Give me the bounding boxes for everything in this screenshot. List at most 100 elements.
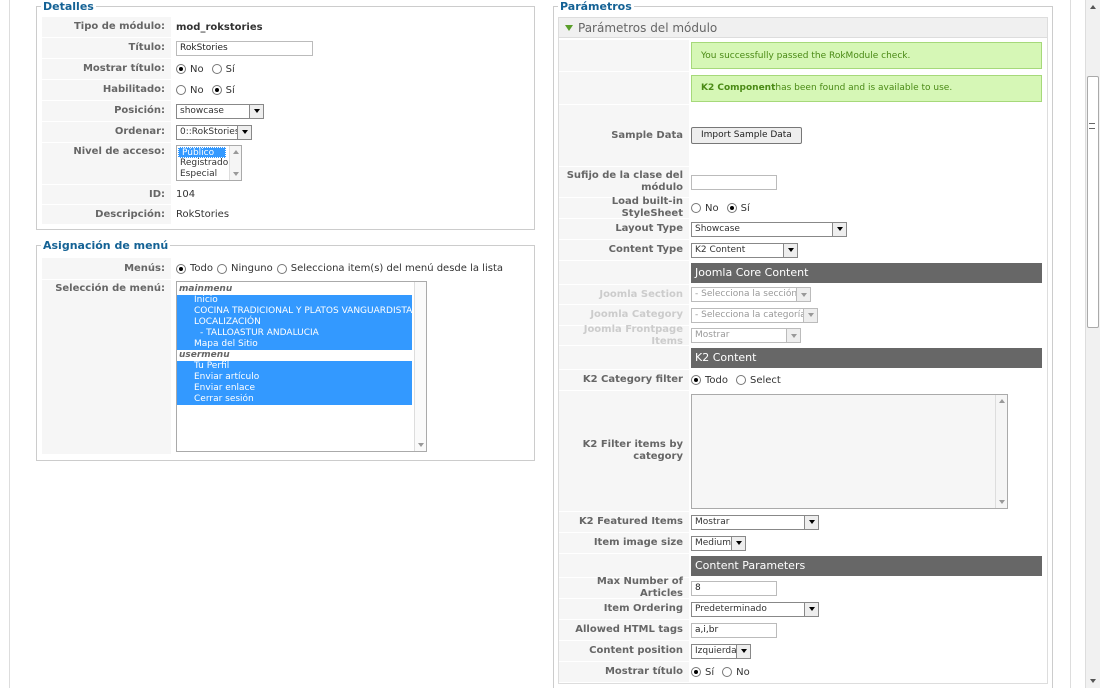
- content-position-select[interactable]: Izquierda: [691, 643, 751, 659]
- menus-ninguno-radio[interactable]: [217, 263, 227, 274]
- max-articles-input[interactable]: 8: [691, 580, 777, 596]
- ordenar-label: Ordenar:: [42, 122, 171, 142]
- k2-component-bold: K2 Component: [701, 83, 776, 93]
- joomla-frontpage-value: Mostrar: [695, 330, 730, 340]
- empty-label: [559, 346, 689, 369]
- arrow-down-icon: [418, 443, 424, 447]
- mostrar-titulo-param-label: Mostrar título: [559, 662, 689, 682]
- menus-todo-radio[interactable]: [176, 263, 186, 274]
- joomla-frontpage-select[interactable]: Mostrar: [691, 328, 801, 343]
- id-value: 104: [176, 189, 196, 200]
- menus-selecciona-radio[interactable]: [276, 263, 287, 274]
- joomla-section-select[interactable]: - Selecciona la sección -: [691, 287, 811, 302]
- menu-option[interactable]: COCINA TRADICIONAL Y PLATOS VANGUARDISTA…: [192, 306, 418, 317]
- sufijo-label: Sufijo de la clase del módulo: [559, 167, 689, 197]
- posicion-select-value: showcase: [180, 105, 224, 116]
- sample-data-label: Sample Data: [559, 105, 689, 166]
- stylesheet-label: Load built-in StyleSheet: [559, 196, 689, 219]
- chevron-down-icon: [249, 104, 263, 118]
- k2-featured-select[interactable]: Mostrar: [691, 514, 819, 530]
- parametros-legend: Parámetros: [558, 0, 634, 13]
- mostrar-titulo-no-radio[interactable]: [176, 64, 186, 74]
- menu-option[interactable]: - TALLOASTUR ANDALUCIA: [192, 328, 412, 339]
- tipo-label: Tipo de módulo:: [42, 17, 171, 37]
- allowed-html-input[interactable]: a,i,br: [691, 622, 777, 638]
- nivel-label: Nivel de acceso:: [42, 143, 171, 184]
- chevron-down-icon: [796, 288, 810, 301]
- image-size-select[interactable]: Medium: [691, 535, 746, 551]
- k2-found-text: has been found and is available to use.: [775, 83, 953, 93]
- joomla-category-select[interactable]: - Selecciona la categoría -: [691, 307, 818, 323]
- rokmodule-success-message: You successfully passed the RokModule ch…: [691, 42, 1042, 69]
- sufijo-input[interactable]: [691, 174, 777, 190]
- nivel-option[interactable]: Público: [178, 147, 226, 158]
- layout-type-label: Layout Type: [559, 219, 689, 239]
- k2-filter-select-radio[interactable]: [736, 375, 746, 385]
- nivel-acceso-list[interactable]: Público Registrado Especial: [176, 145, 242, 181]
- scrollbar-thumb[interactable]: [1087, 76, 1099, 328]
- chevron-down-icon: [736, 644, 750, 658]
- arrow-up-icon: [233, 150, 239, 154]
- k2-filter-todo-radio[interactable]: [691, 375, 701, 385]
- arrow-down-icon: [233, 172, 239, 176]
- habilitado-no-radio[interactable]: [176, 85, 186, 95]
- item-ordering-select[interactable]: Predeterminado: [691, 601, 819, 617]
- menu-option[interactable]: Cerrar sesión: [192, 394, 412, 405]
- habilitado-label: Habilitado:: [42, 80, 171, 100]
- mostrar-no-radio[interactable]: [722, 667, 733, 677]
- item-ordering-value: Predeterminado: [695, 603, 767, 614]
- joomla-category-value: - Selecciona la categoría -: [695, 309, 812, 320]
- k2-category-list[interactable]: [691, 393, 1008, 509]
- titulo-input[interactable]: RokStories: [176, 40, 313, 56]
- mostrar-titulo-si-radio[interactable]: [211, 64, 222, 74]
- menus-todo-text: Todo: [190, 263, 213, 274]
- mostrar-si-radio[interactable]: [691, 667, 701, 677]
- arrow-down-icon: [999, 499, 1005, 504]
- habilitado-no-text: No: [190, 84, 204, 96]
- chevron-down-icon: [832, 222, 846, 236]
- scrollbar[interactable]: [995, 394, 1007, 508]
- stylesheet-no-radio[interactable]: [691, 203, 701, 213]
- joomla-section-label: Joomla Section: [559, 285, 689, 304]
- k2-found-message: K2 Component has been found and is avail…: [691, 74, 1042, 102]
- tipo-value: mod_rokstories: [176, 21, 263, 33]
- titulo-label: Título:: [42, 38, 171, 58]
- menu-option[interactable]: Tu Perfil: [192, 361, 412, 372]
- k2-featured-value: Mostrar: [695, 516, 730, 527]
- parametros-fieldset: Parámetros Parámetros del módulo You suc…: [553, 0, 1053, 688]
- chevron-down-icon: [803, 308, 817, 322]
- scrollbar[interactable]: [229, 146, 241, 180]
- ordenar-select[interactable]: 0::RokStories: [176, 124, 252, 140]
- page-scrollbar[interactable]: [1085, 0, 1100, 688]
- content-type-select[interactable]: K2 Content: [691, 242, 798, 258]
- empty-label: [559, 261, 689, 284]
- menu-option[interactable]: Inicio: [192, 295, 412, 306]
- image-size-value: Medium: [695, 537, 731, 548]
- menu-select-list[interactable]: mainmenu Inicio COCINA TRADICIONAL Y PLA…: [176, 281, 427, 452]
- panel-header[interactable]: Parámetros del módulo: [559, 18, 1047, 38]
- posicion-select[interactable]: showcase: [176, 103, 264, 119]
- habilitado-si-text: Sí: [225, 84, 235, 96]
- menu-option[interactable]: LOCALIZACIÓN: [192, 317, 412, 328]
- panel-title: Parámetros del módulo: [578, 20, 718, 35]
- descripcion-label: Descripción:: [42, 205, 171, 224]
- menu-option[interactable]: Enviar artículo: [192, 372, 412, 383]
- content-position-label: Content position: [559, 641, 689, 661]
- menu-option[interactable]: Enviar enlace: [192, 383, 412, 394]
- empty-label: [559, 554, 689, 577]
- stylesheet-si-text: Sí: [740, 202, 750, 214]
- menu-option[interactable]: Mapa del Sitio: [192, 339, 412, 350]
- habilitado-si-radio[interactable]: [211, 85, 222, 95]
- layout-type-value: Showcase: [695, 223, 740, 234]
- layout-type-select[interactable]: Showcase: [691, 221, 847, 237]
- k2-filter-select-text: Select: [750, 374, 781, 386]
- chevron-down-icon: [783, 243, 797, 257]
- joomla-category-label: Joomla Category: [559, 305, 689, 325]
- stylesheet-si-radio[interactable]: [726, 203, 737, 213]
- empty-label: [559, 40, 689, 71]
- detalles-fieldset: Detalles Tipo de módulo: mod_rokstories T…: [36, 0, 535, 230]
- empty-label: [559, 72, 689, 104]
- k2-filter-todo-text: Todo: [705, 374, 728, 386]
- scrollbar[interactable]: [414, 282, 426, 451]
- import-sample-data-button[interactable]: Import Sample Data: [691, 127, 802, 144]
